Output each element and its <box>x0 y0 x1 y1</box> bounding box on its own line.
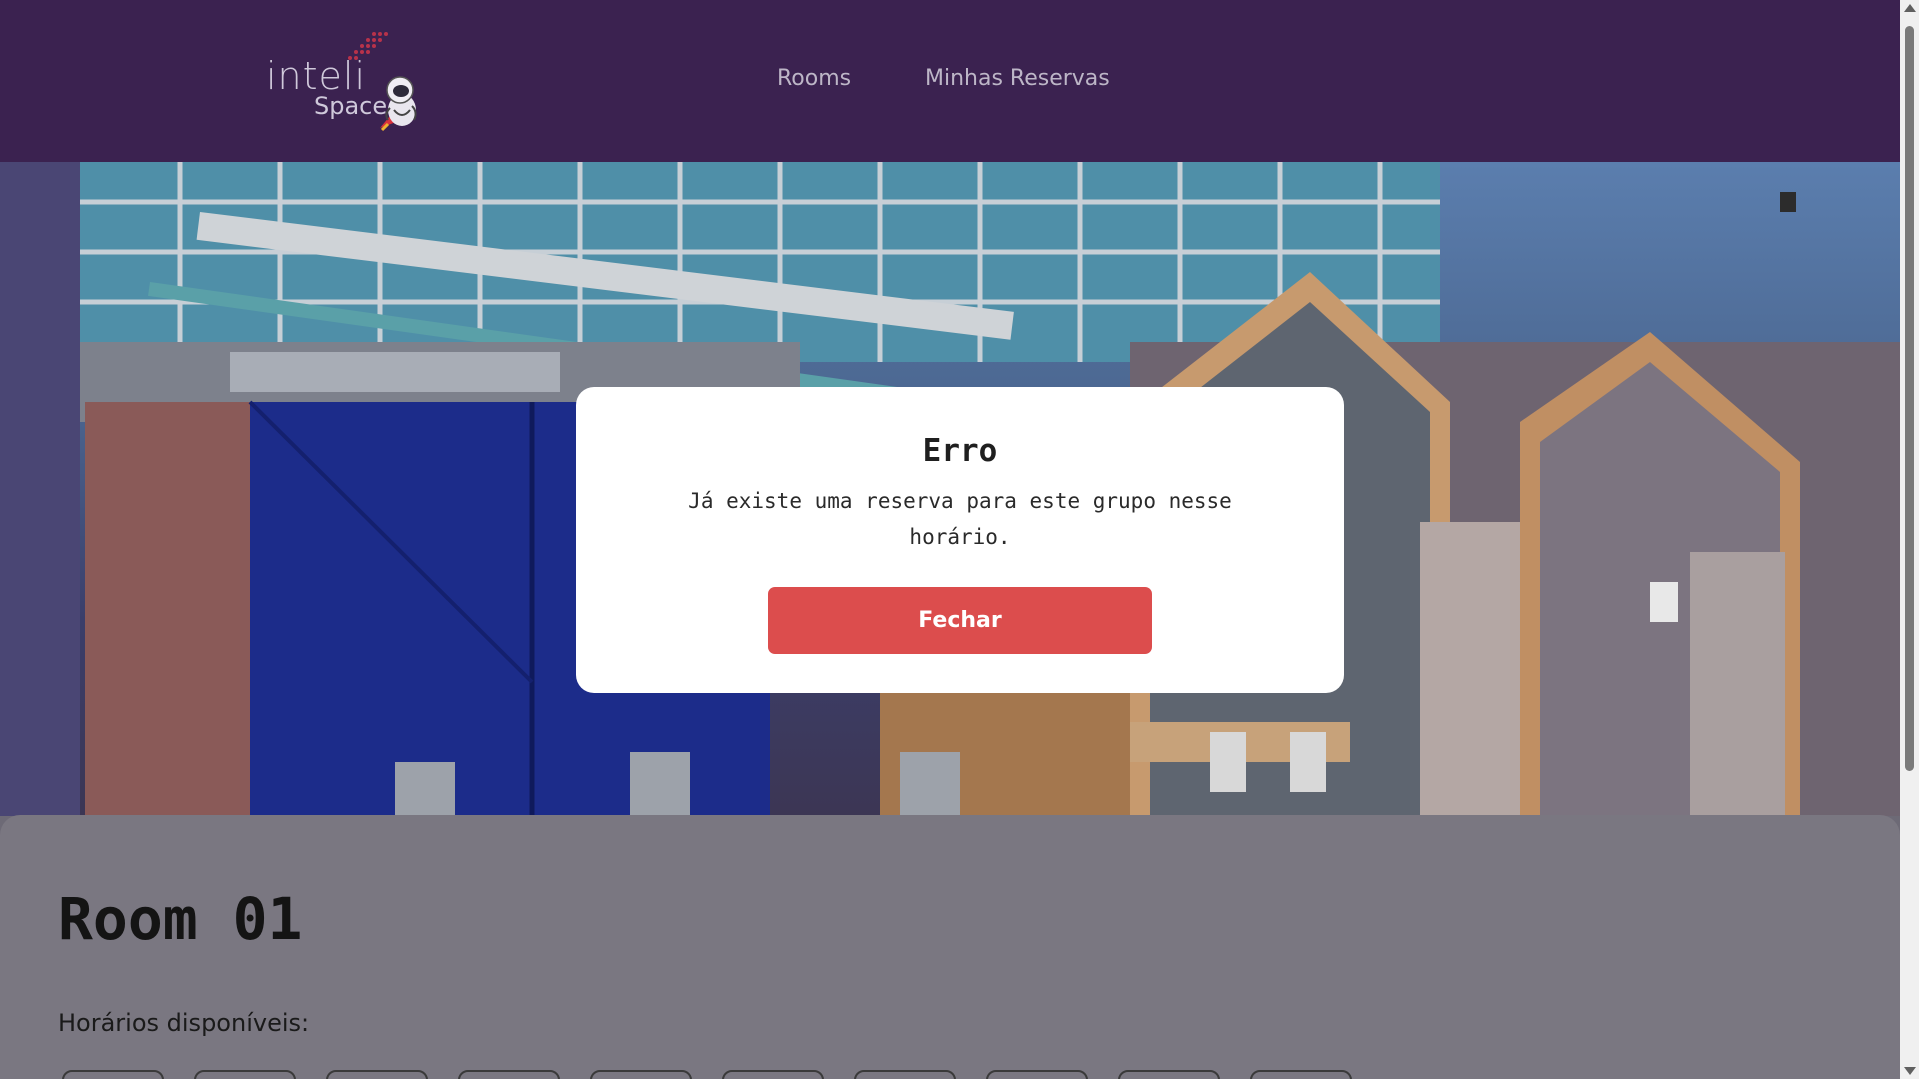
modal-title: Erro <box>922 433 998 469</box>
modal-message: Já existe uma reserva para este grupo ne… <box>688 489 1232 549</box>
scroll-down-arrow-icon[interactable] <box>1904 1067 1916 1075</box>
page: inteli Space Rooms Minhas Reservas Room … <box>0 0 1919 1079</box>
scroll-up-arrow-icon[interactable] <box>1904 4 1916 12</box>
close-button[interactable]: Fechar <box>768 587 1152 654</box>
error-modal: Erro Já existe uma reserva para este gru… <box>576 387 1344 693</box>
vertical-scrollbar[interactable] <box>1900 0 1919 1079</box>
scroll-thumb[interactable] <box>1905 26 1914 771</box>
